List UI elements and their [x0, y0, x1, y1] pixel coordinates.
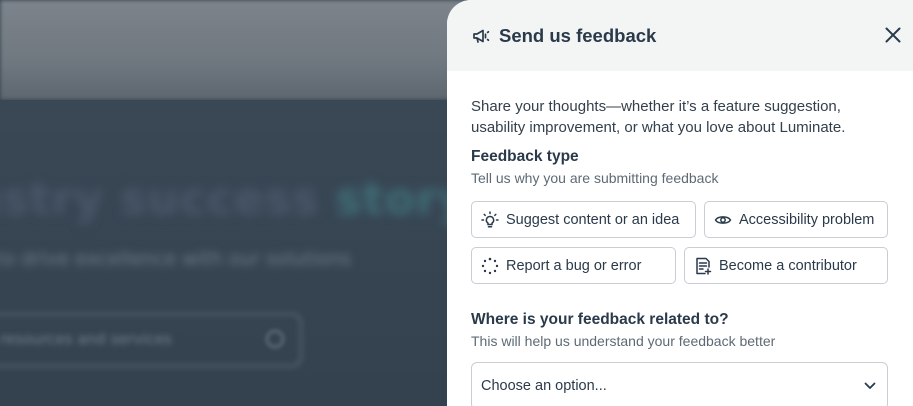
- feedback-related-section: Where is your feedback related to? This …: [471, 311, 775, 349]
- suggest-content-button[interactable]: Suggest content or an idea: [471, 201, 696, 238]
- background-hero-title-part: ustry success: [0, 174, 336, 225]
- panel-header: Send us feedback: [447, 0, 913, 71]
- intro-text: Share your thoughts—whether it’s a featu…: [471, 98, 846, 136]
- feedback-type-row-2: Report a bug or error Become a contribut…: [471, 247, 888, 284]
- feedback-related-subtitle: This will help us understand your feedba…: [471, 333, 776, 349]
- become-contributor-button[interactable]: Become a contributor: [684, 247, 888, 284]
- report-bug-button[interactable]: Report a bug or error: [471, 247, 676, 284]
- document-add-icon: [694, 257, 712, 275]
- background-hero-subtitle: to drive excellence with our solutions: [0, 248, 352, 270]
- chevron-down-icon: [864, 382, 876, 389]
- feedback-type-row-1: Suggest content or an idea Accessibility…: [471, 201, 888, 238]
- suggest-content-label: Suggest content or an idea: [506, 211, 680, 228]
- feedback-type-title: Feedback type: [471, 148, 579, 165]
- feedback-type-subtitle: Tell us why you are submitting feedback: [471, 170, 719, 186]
- background-hero-title: ustry success story: [0, 174, 468, 225]
- feedback-related-title: Where is your feedback related to?: [471, 311, 729, 328]
- accessibility-problem-button[interactable]: Accessibility problem: [704, 201, 888, 238]
- lightbulb-icon: [481, 210, 499, 229]
- feedback-type-section: Feedback type Tell us why you are submit…: [471, 148, 889, 186]
- report-bug-label: Report a bug or error: [506, 257, 642, 274]
- close-icon: [885, 27, 901, 43]
- select-value: Choose an option...: [481, 378, 607, 394]
- feedback-related-select[interactable]: Choose an option...: [471, 362, 888, 406]
- megaphone-icon: [471, 26, 491, 46]
- panel-title: Send us feedback: [499, 24, 657, 46]
- accessibility-problem-label: Accessibility problem: [739, 211, 875, 228]
- feedback-panel: Send us feedback Share your thoughts—whe…: [447, 0, 913, 406]
- become-contributor-label: Become a contributor: [719, 257, 857, 274]
- background-search-placeholder: resources and services: [0, 330, 172, 348]
- eye-icon: [714, 211, 732, 229]
- background-search-icon: [266, 330, 284, 348]
- close-button[interactable]: [882, 24, 904, 46]
- panel-body: Share your thoughts—whether it’s a featu…: [447, 71, 913, 186]
- spinner-dots-icon: [481, 257, 499, 275]
